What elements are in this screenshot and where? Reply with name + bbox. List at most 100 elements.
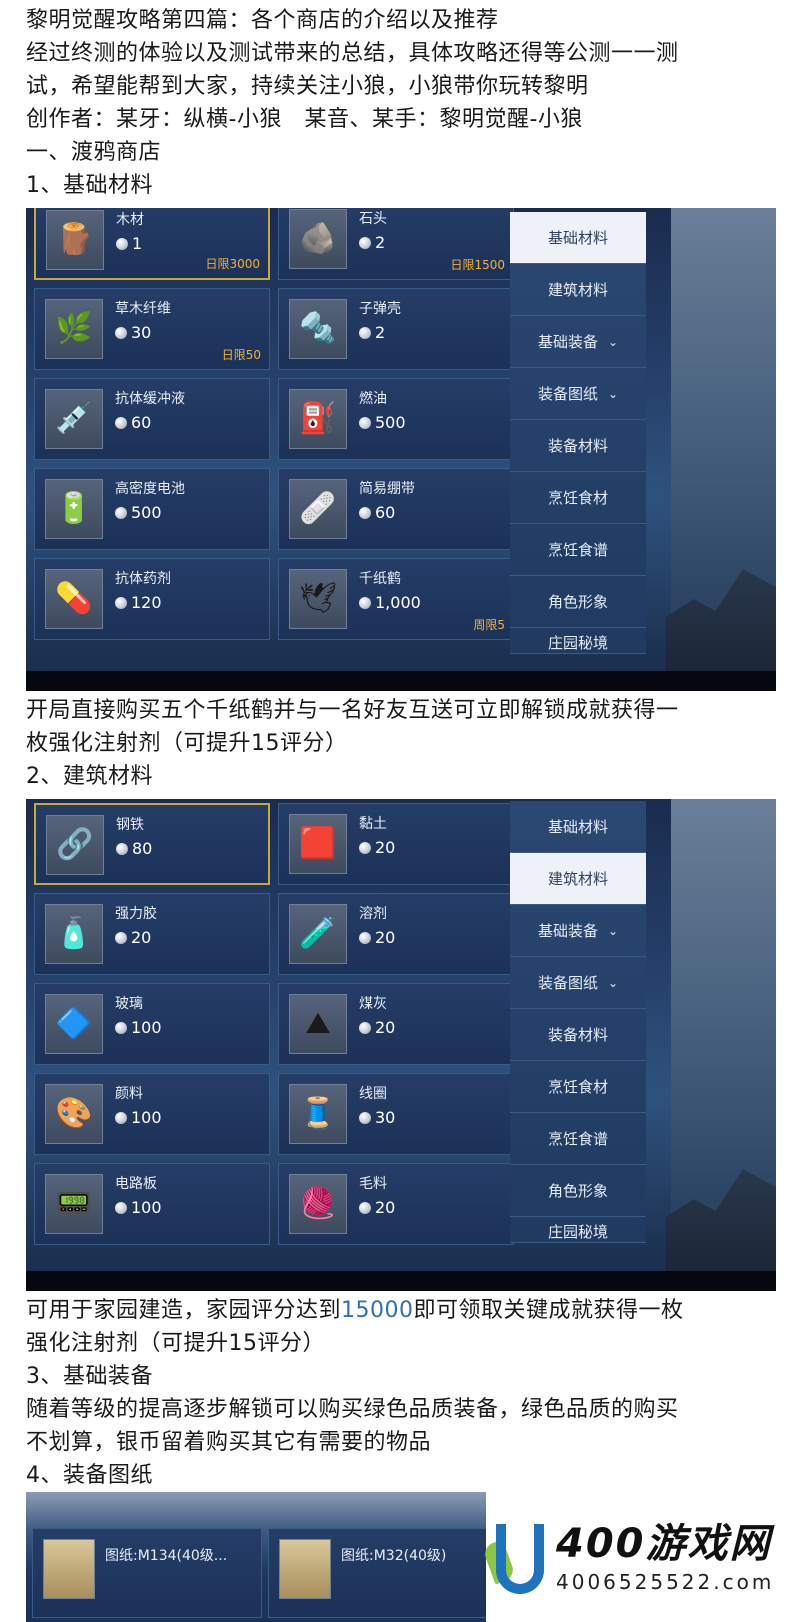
coal-ash-icon: ⛰ [289,994,347,1054]
silver-coin-icon [359,1201,371,1214]
item-name: 电路板 [115,1176,157,1192]
item-price: 1,000 [359,593,421,612]
tab-equipment-blueprints[interactable]: 装备图纸 ⌄ [510,957,646,1009]
tab-building-materials[interactable]: 建筑材料 [510,264,646,316]
item-name: 煤灰 [359,996,387,1012]
silver-coin-icon [115,416,127,429]
purchase-limit: 日限3000 [205,257,260,271]
shop-item-card[interactable]: 🩹 简易绷带 60 [278,468,514,550]
shop-item-card[interactable]: 🎨 颜料 100 [34,1073,270,1155]
silver-coin-icon [115,1111,127,1124]
tab-cooking-ingredients[interactable]: 烹饪食材 [510,1061,646,1113]
item-price: 500 [115,503,162,522]
item-price: 1 [116,234,142,253]
author-line: 创作者：某牙：纵横-小狼 某音、某手：黎明觉醒-小狼 [26,107,583,132]
plant-fiber-icon: 🌿 [45,299,103,359]
shop-item-card[interactable]: 🔗 钢铁 80 [34,803,270,885]
item-name: 千纸鹤 [359,571,401,587]
glass-icon: 🔷 [45,994,103,1054]
tab-basic-equipment[interactable]: 基础装备 ⌄ [510,905,646,957]
tab-cooking-ingredients[interactable]: 烹饪食材 [510,472,646,524]
item-name: 燃油 [359,391,387,407]
tab-character-appearance[interactable]: 角色形象 [510,1165,646,1217]
item-price: 100 [115,1018,162,1037]
tab-manor-secret[interactable]: 庄园秘境 [510,628,646,654]
site-logo-icon [481,1520,548,1596]
shop-item-card[interactable]: 🟥 黏土 20 [278,803,514,885]
shop-item-card[interactable]: 💊 抗体药剂 120 [34,558,270,640]
shop-item-card[interactable]: 图纸:M32(40级) [268,1528,486,1618]
shop-item-card[interactable]: ⛰ 煤灰 20 [278,983,514,1065]
screenshot-bottom-bar [26,1271,776,1291]
tab-basic-equipment[interactable]: 基础装备 ⌄ [510,316,646,368]
shop-item-card[interactable]: 🔋 高密度电池 500 [34,468,270,550]
shop-item-card[interactable]: 🌿 草木纤维 30 日限50 [34,288,270,370]
tab-equipment-materials[interactable]: 装备材料 [510,420,646,472]
item-price: 2 [359,233,385,252]
intro-text: 黎明觉醒攻略第四篇：各个商店的介绍以及推荐 经过终测的体验以及测试带来的总结，具… [0,0,800,202]
watermark-domain: 4006525522.com [556,1570,775,1594]
shop-item-card[interactable]: 📟 电路板 100 [34,1163,270,1245]
shop-item-card[interactable]: 🔷 玻璃 100 [34,983,270,1065]
tab-cooking-recipes[interactable]: 烹饪食谱 [510,524,646,576]
chevron-down-icon: ⌄ [607,923,619,938]
tab-basic-materials[interactable]: 基础材料 [510,801,646,853]
chevron-down-icon: ⌄ [607,334,619,349]
subsection-heading: 3、基础装备 [26,1364,153,1389]
shop-item-card[interactable]: 🧵 线圈 30 [278,1073,514,1155]
item-name: 图纸:M134(40级... [105,1548,228,1564]
shop-item-card[interactable]: 🔩 子弹壳 2 [278,288,514,370]
chevron-down-icon: ⌄ [607,386,619,401]
tab-manor-secret[interactable]: 庄园秘境 [510,1217,646,1243]
item-name: 强力胶 [115,906,157,922]
basic-materials-tip: 开局直接购买五个千纸鹤并与一名好友互送可立即解锁成就获得一 枚强化注射剂（可提升… [0,691,800,793]
shop-item-card[interactable]: 🧪 溶剂 20 [278,893,514,975]
tab-basic-materials[interactable]: 基础材料 [510,212,646,264]
wood-icon: 🪵 [46,210,104,270]
shop-item-card[interactable]: 💉 抗体缓冲液 60 [34,378,270,460]
shop-item-card[interactable]: 图纸:M134(40级... [32,1528,262,1618]
tip-line: 不划算，银币留着购买其它有需要的物品 [26,1430,432,1455]
silver-coin-icon [359,596,371,609]
circuit-board-icon: 📟 [45,1174,103,1234]
shop-item-card[interactable]: 🧴 强力胶 20 [34,893,270,975]
tab-equipment-blueprints[interactable]: 装备图纸 ⌄ [510,368,646,420]
tab-cooking-recipes[interactable]: 烹饪食谱 [510,1113,646,1165]
item-price: 20 [359,928,395,947]
shop-category-menu: 基础材料 建筑材料 基础装备 ⌄ 装备图纸 ⌄ 装备材料 烹饪食材 烹饪食谱 角色形… [510,212,646,654]
tab-building-materials[interactable]: 建筑材料 [510,853,646,905]
building-materials-tip: 可用于家园建造，家园评分达到15000即可领取关键成就获得一枚 强化注射剂（可提… [0,1291,800,1492]
item-price: 20 [359,838,395,857]
silver-coin-icon [359,506,371,519]
purchase-limit: 日限1500 [450,258,505,272]
item-name: 玻璃 [115,996,143,1012]
item-grid: 🔗 钢铁 80 🟥 黏土 20 🧴 强力胶 20 🧪 溶剂 20 🔷 玻璃 10… [34,803,514,1245]
tab-equipment-materials[interactable]: 装备材料 [510,1009,646,1061]
u-shape [496,1524,544,1594]
watermark-text: 400游戏网 4006525522.com [556,1520,774,1596]
fuel-can-icon: ⛽ [289,389,347,449]
silver-coin-icon [115,931,127,944]
item-name: 抗体缓冲液 [115,391,185,407]
shop-item-card[interactable]: 🕊 千纸鹤 1,000 周限5 [278,558,514,640]
item-price: 2 [359,323,385,342]
syringe-icon: 💉 [45,389,103,449]
shop-item-card[interactable]: ⛽ 燃油 500 [278,378,514,460]
item-name: 草木纤维 [115,301,171,317]
clay-icon: 🟥 [289,814,347,874]
item-name: 高密度电池 [115,481,185,497]
item-price: 60 [359,503,395,522]
paper-crane-icon: 🕊 [289,569,347,629]
item-name: 子弹壳 [359,301,401,317]
item-name: 黏土 [359,816,387,832]
shop-item-card[interactable]: 🧶 毛料 20 [278,1163,514,1245]
solvent-icon: 🧪 [289,904,347,964]
tab-character-appearance[interactable]: 角色形象 [510,576,646,628]
steel-icon: 🔗 [46,815,104,875]
intro-paragraph-line: 试，希望能帮到大家，持续关注小狼，小狼带你玩转黎明 [26,74,589,99]
shop-item-card[interactable]: 🪵 木材 1 日限3000 [34,208,270,280]
item-name: 钢铁 [116,817,144,833]
silver-coin-icon [359,841,371,854]
shop-item-card[interactable]: 🪨 石头 2 日限1500 [278,208,514,280]
blueprint-icon [43,1539,95,1599]
